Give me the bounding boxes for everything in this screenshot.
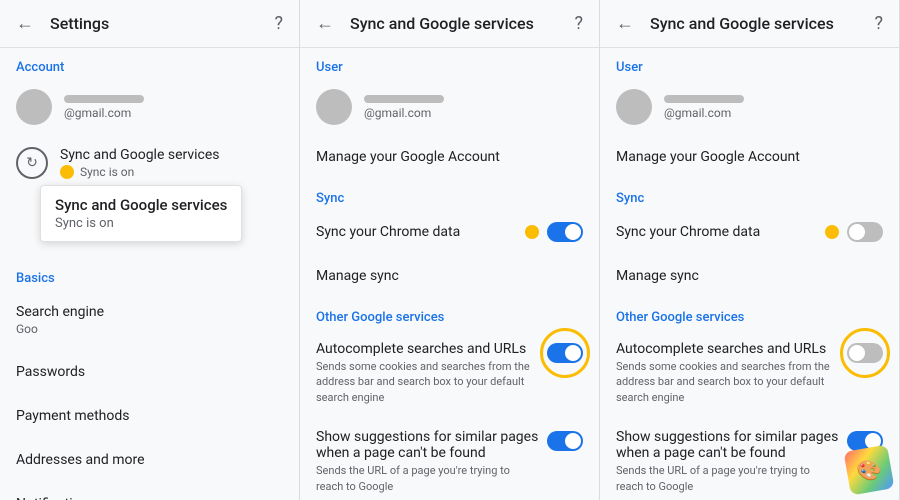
settings-help-icon[interactable]: ? bbox=[274, 13, 283, 34]
user-info: @gmail.com bbox=[64, 95, 144, 120]
middle-sync-chrome-label: Sync your Chrome data bbox=[316, 224, 517, 240]
middle-avatar bbox=[316, 89, 352, 125]
sync-item-title: Sync and Google services bbox=[60, 147, 283, 163]
payment-methods-title: Payment methods bbox=[16, 408, 283, 424]
sync-google-services-item[interactable]: ↻ Sync and Google services Sync is on Sy… bbox=[0, 135, 299, 259]
right-sync-section-label: Sync bbox=[600, 179, 899, 210]
sync-middle-title: Sync and Google services bbox=[350, 14, 574, 33]
middle-sync-section-label: Sync bbox=[300, 179, 599, 210]
right-manage-sync-title: Manage sync bbox=[616, 268, 699, 284]
right-sync-chrome-label: Sync your Chrome data bbox=[616, 224, 817, 240]
right-autocomplete-item[interactable]: Autocomplete searches and URLs Sends som… bbox=[600, 329, 899, 417]
right-manage-sync-item[interactable]: Manage sync bbox=[600, 254, 899, 298]
middle-manage-sync-title: Manage sync bbox=[316, 268, 399, 284]
middle-manage-account-item[interactable]: Manage your Google Account bbox=[300, 135, 599, 179]
sync-middle-header: ← Sync and Google services ? bbox=[300, 0, 599, 48]
sync-middle-panel: ← Sync and Google services ? User @gmail… bbox=[300, 0, 600, 500]
settings-back-button[interactable]: ← bbox=[16, 13, 34, 34]
right-manage-account-title: Manage your Google Account bbox=[616, 149, 800, 165]
middle-suggestions-title: Show suggestions for similar pages when … bbox=[316, 429, 539, 461]
middle-suggestions-item[interactable]: Show suggestions for similar pages when … bbox=[300, 417, 599, 500]
middle-autocomplete-title: Autocomplete searches and URLs bbox=[316, 341, 539, 357]
middle-user-section-label: User bbox=[300, 48, 599, 79]
middle-autocomplete-subtitle: Sends some cookies and searches from the… bbox=[316, 359, 539, 405]
sync-callout: Sync and Google services Sync is on bbox=[40, 185, 242, 242]
right-autocomplete-title: Autocomplete searches and URLs bbox=[616, 341, 839, 357]
notifications-title: Notifications bbox=[16, 496, 283, 500]
middle-autocomplete-item[interactable]: Autocomplete searches and URLs Sends som… bbox=[300, 329, 599, 417]
right-user-row: @gmail.com bbox=[600, 79, 899, 135]
middle-manage-account-title: Manage your Google Account bbox=[316, 149, 500, 165]
right-user-section-label: User bbox=[600, 48, 899, 79]
account-section-label: Account bbox=[0, 48, 299, 79]
right-suggestions-subtitle: Sends the URL of a page you're trying to… bbox=[616, 463, 839, 494]
callout-subtitle: Sync is on bbox=[55, 216, 227, 231]
user-email: @gmail.com bbox=[64, 106, 144, 120]
addresses-title: Addresses and more bbox=[16, 452, 283, 468]
right-user-name-bar bbox=[664, 95, 744, 103]
search-engine-text: Search engine Goo bbox=[16, 304, 283, 336]
middle-suggestions-subtitle: Sends the URL of a page you're trying to… bbox=[316, 463, 539, 494]
middle-user-name-bar bbox=[364, 95, 444, 103]
notifications-item[interactable]: Notifications bbox=[0, 482, 299, 500]
settings-user-row: @gmail.com bbox=[0, 79, 299, 135]
search-engine-item[interactable]: Search engine Goo bbox=[0, 290, 299, 350]
addresses-item[interactable]: Addresses and more bbox=[0, 438, 299, 482]
middle-user-row: @gmail.com bbox=[300, 79, 599, 135]
right-sync-chrome-item[interactable]: Sync your Chrome data bbox=[600, 210, 899, 254]
sync-item-subtitle: Sync is on bbox=[80, 165, 134, 179]
settings-title: Settings bbox=[50, 14, 274, 33]
search-engine-title: Search engine bbox=[16, 304, 283, 320]
passwords-title: Passwords bbox=[16, 364, 283, 380]
middle-autocomplete-toggle-wrapper bbox=[547, 343, 583, 363]
right-sync-toggle[interactable] bbox=[847, 222, 883, 242]
payment-methods-item[interactable]: Payment methods bbox=[0, 394, 299, 438]
sync-middle-content: User @gmail.com Manage your Google Accou… bbox=[300, 48, 599, 500]
middle-autocomplete-toggle[interactable] bbox=[547, 343, 583, 363]
search-engine-subtitle: Goo bbox=[16, 322, 283, 336]
sync-right-title: Sync and Google services bbox=[650, 14, 874, 33]
callout-title: Sync and Google services bbox=[55, 196, 227, 214]
avatar bbox=[16, 89, 52, 125]
right-user-email: @gmail.com bbox=[664, 106, 744, 120]
sync-middle-back-button[interactable]: ← bbox=[316, 13, 334, 34]
right-autocomplete-toggle[interactable] bbox=[847, 343, 883, 363]
right-avatar bbox=[616, 89, 652, 125]
middle-sync-toggle[interactable] bbox=[547, 222, 583, 242]
user-name-bar bbox=[64, 95, 144, 103]
middle-suggestions-toggle[interactable] bbox=[547, 431, 583, 451]
sync-right-content: User @gmail.com Manage your Google Accou… bbox=[600, 48, 899, 500]
right-sync-yellow-dot bbox=[825, 225, 839, 239]
middle-sync-chrome-item[interactable]: Sync your Chrome data bbox=[300, 210, 599, 254]
basics-section-label: Basics bbox=[0, 259, 299, 290]
settings-content: Account @gmail.com ↻ Sync and Google ser… bbox=[0, 48, 299, 500]
sync-icon: ↻ bbox=[16, 147, 48, 179]
right-manage-account-item[interactable]: Manage your Google Account bbox=[600, 135, 899, 179]
settings-header: ← Settings ? bbox=[0, 0, 299, 48]
sync-on-indicator bbox=[60, 165, 74, 179]
middle-user-email: @gmail.com bbox=[364, 106, 444, 120]
sync-right-header: ← Sync and Google services ? bbox=[600, 0, 899, 48]
sticker-icon: 🎨 bbox=[844, 445, 895, 496]
middle-user-info: @gmail.com bbox=[364, 95, 444, 120]
right-autocomplete-toggle-wrapper bbox=[847, 343, 883, 363]
sync-right-back-button[interactable]: ← bbox=[616, 13, 634, 34]
settings-panel: ← Settings ? Account @gmail.com ↻ Sync a… bbox=[0, 0, 300, 500]
right-autocomplete-subtitle: Sends some cookies and searches from the… bbox=[616, 359, 839, 405]
middle-other-section-label: Other Google services bbox=[300, 298, 599, 329]
right-user-info: @gmail.com bbox=[664, 95, 744, 120]
sync-middle-help-icon[interactable]: ? bbox=[574, 13, 583, 34]
sync-right-panel: ← Sync and Google services ? User @gmail… bbox=[600, 0, 900, 500]
right-suggestions-title: Show suggestions for similar pages when … bbox=[616, 429, 839, 461]
right-other-section-label: Other Google services bbox=[600, 298, 899, 329]
sync-right-help-icon[interactable]: ? bbox=[874, 13, 883, 34]
middle-manage-sync-item[interactable]: Manage sync bbox=[300, 254, 599, 298]
passwords-item[interactable]: Passwords bbox=[0, 350, 299, 394]
middle-sync-yellow-dot bbox=[525, 225, 539, 239]
